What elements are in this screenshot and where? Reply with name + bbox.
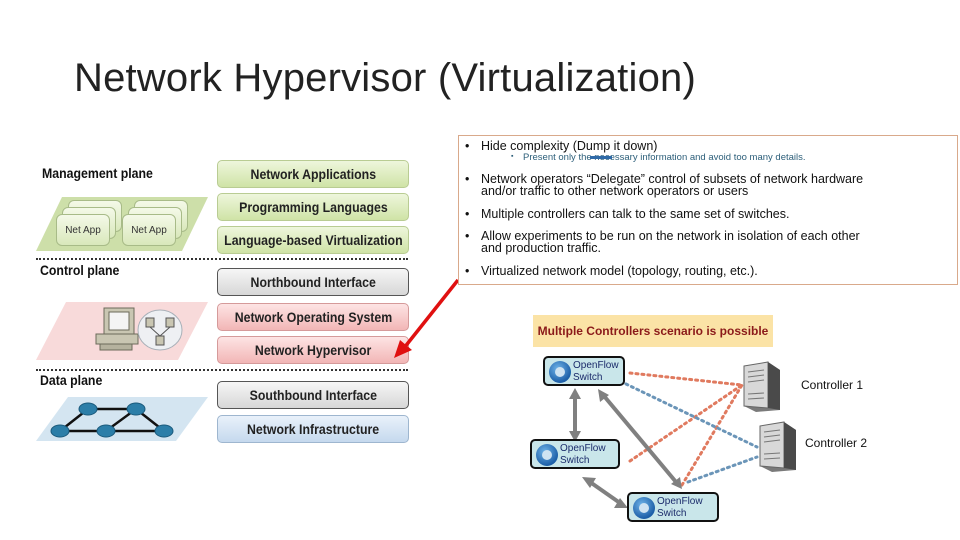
openflow-logo-icon [536,444,558,466]
controller-2-label: Controller 2 [805,436,868,450]
openflow-switch-2: OpenFlow Switch [530,439,620,469]
openflow-logo-icon [633,497,655,519]
server-icon-controller-1 [743,361,780,412]
controller-links [569,371,759,508]
openflow-switch-3: OpenFlow Switch [627,492,719,522]
controller-1-label: Controller 1 [801,378,864,392]
server-icon-controller-2 [759,421,796,472]
openflow-logo-icon [549,361,571,383]
openflow-switch-1: OpenFlow Switch [543,356,625,386]
